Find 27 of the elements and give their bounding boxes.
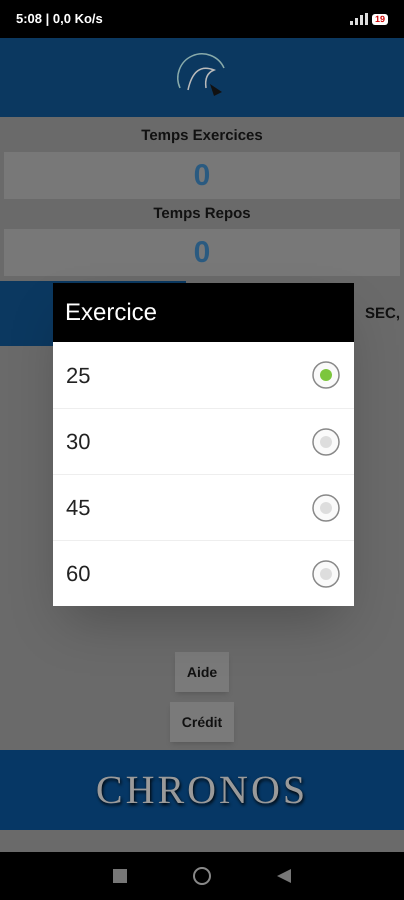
status-text: 5:08 | 0,0 Ko/s [16,10,103,28]
timer-display: 0 [4,152,400,198]
timer-label: Temps Exercices [141,126,263,146]
home-icon[interactable] [192,866,212,886]
banner-title: CHRONOS [96,766,308,814]
option-row[interactable]: 25 [53,342,354,408]
dialog-title: Exercice [65,298,158,328]
option-label: 30 [66,428,90,456]
signal-icon [350,13,368,25]
recents-icon[interactable] [112,869,127,883]
radio-button[interactable] [311,426,341,456]
option-label: 25 [66,362,90,390]
option-row[interactable]: 45 [53,474,354,540]
menu-button[interactable]: Crédit [170,702,234,742]
radio-button[interactable] [311,558,341,588]
menu-button[interactable]: Aide [174,652,230,692]
option-label: 45 [66,494,90,522]
timer-label: Temps Repos [153,204,251,224]
radio-button[interactable] [311,360,341,390]
radio-button[interactable] [311,492,341,522]
option-row[interactable]: 30 [53,408,354,474]
option-label: 60 [66,560,90,588]
option-row[interactable]: 60 [53,540,354,606]
battery-indicator: 19 [372,14,388,24]
timer-display: 0 [4,229,400,276]
back-icon[interactable] [277,869,292,883]
info-text: SEC, [364,304,400,324]
